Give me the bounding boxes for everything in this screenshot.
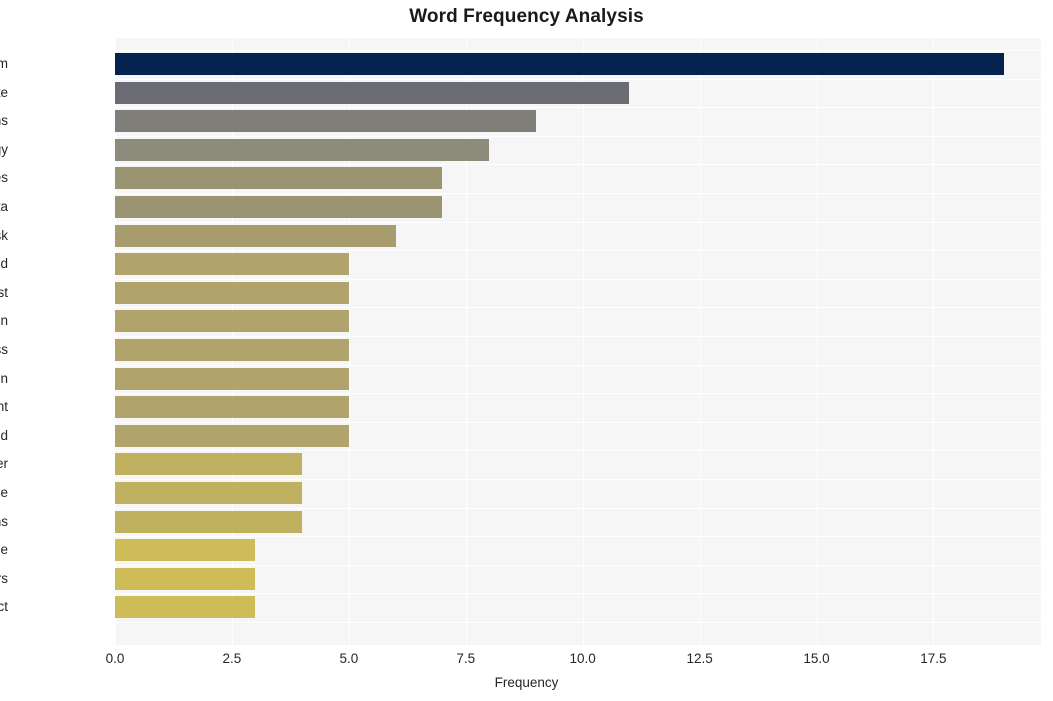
gridline-horizontal: [115, 564, 1041, 566]
bar: [115, 138, 490, 161]
y-tick-label: businesses: [0, 170, 8, 186]
bar: [115, 424, 349, 447]
y-tick-label: applications: [0, 513, 8, 529]
y-tick-label: encryption: [0, 313, 8, 329]
gridline-horizontal: [115, 593, 1041, 595]
x-tick-label: 12.5: [686, 651, 713, 666]
bar: [115, 367, 349, 390]
bar: [115, 196, 443, 219]
x-tick-label: 17.5: [920, 651, 947, 666]
gridline-horizontal: [115, 50, 1041, 51]
gridline-vertical: [933, 38, 935, 645]
gridline-horizontal: [115, 221, 1041, 223]
gridline-horizontal: [115, 450, 1041, 452]
y-tick-label: computers: [0, 570, 8, 586]
gridline-vertical: [699, 38, 701, 645]
y-tick-label: technology: [0, 141, 8, 157]
gridline-horizontal: [115, 536, 1041, 538]
bar: [115, 596, 256, 619]
y-tick-label: process: [0, 342, 8, 358]
bar: [115, 510, 303, 533]
x-tick-label: 15.0: [803, 651, 830, 666]
bar: [115, 567, 256, 590]
gridline-horizontal: [115, 421, 1041, 423]
bar: [115, 253, 349, 276]
x-axis-label: Frequency: [494, 675, 559, 690]
gridline-horizontal: [115, 164, 1041, 166]
gridline-horizontal: [115, 507, 1041, 509]
x-tick-label: 2.5: [222, 651, 242, 666]
bar: [115, 310, 349, 333]
y-tick-label: compute: [0, 84, 8, 100]
gridline-horizontal: [115, 250, 1041, 252]
bar: [115, 167, 443, 190]
bar: [115, 81, 630, 104]
gridline-horizontal: [115, 622, 1041, 624]
bar: [115, 482, 303, 505]
bar: [115, 281, 349, 304]
gridline-horizontal: [115, 393, 1041, 395]
gridline-horizontal: [115, 135, 1041, 137]
y-tick-label: consider: [0, 456, 8, 472]
gridline-horizontal: [115, 336, 1041, 338]
gridline-horizontal: [115, 107, 1041, 109]
y-tick-label: exist: [0, 284, 8, 300]
y-tick-label: innovation: [0, 370, 8, 386]
bar: [115, 224, 396, 247]
y-tick-label: risk: [0, 227, 8, 243]
y-tick-label: important: [0, 399, 8, 415]
y-tick-label: predict: [0, 599, 8, 615]
bar: [115, 339, 349, 362]
y-tick-label: quantum: [0, 56, 8, 71]
y-tick-label: pose: [0, 542, 8, 558]
y-tick-label: pace: [0, 485, 8, 501]
gridline-horizontal: [115, 364, 1041, 366]
gridline-vertical: [816, 38, 818, 645]
y-tick-label: data: [0, 199, 8, 215]
gridline-horizontal: [115, 307, 1041, 309]
gridline-horizontal: [115, 278, 1041, 280]
x-tick-label: 10.0: [569, 651, 596, 666]
gridline-horizontal: [115, 78, 1041, 80]
y-tick-label: understand: [0, 427, 8, 443]
x-tick-label: 7.5: [456, 651, 476, 666]
x-tick-label: 5.0: [339, 651, 359, 666]
bar: [115, 53, 1004, 75]
y-tick-label: organizations: [0, 113, 8, 129]
chart-figure: Word Frequency Analysis quantum compute or…: [0, 0, 1053, 701]
gridline-horizontal: [115, 479, 1041, 481]
bar: [115, 453, 303, 476]
bar: [115, 110, 536, 133]
gridline-vertical: [582, 38, 584, 645]
x-tick-label: 0.0: [105, 651, 125, 666]
chart-title: Word Frequency Analysis: [409, 6, 644, 27]
bar: [115, 396, 349, 419]
y-tick-label: need: [0, 256, 8, 272]
plot-area: [115, 38, 1041, 645]
gridline-horizontal: [115, 193, 1041, 195]
bar: [115, 539, 256, 562]
